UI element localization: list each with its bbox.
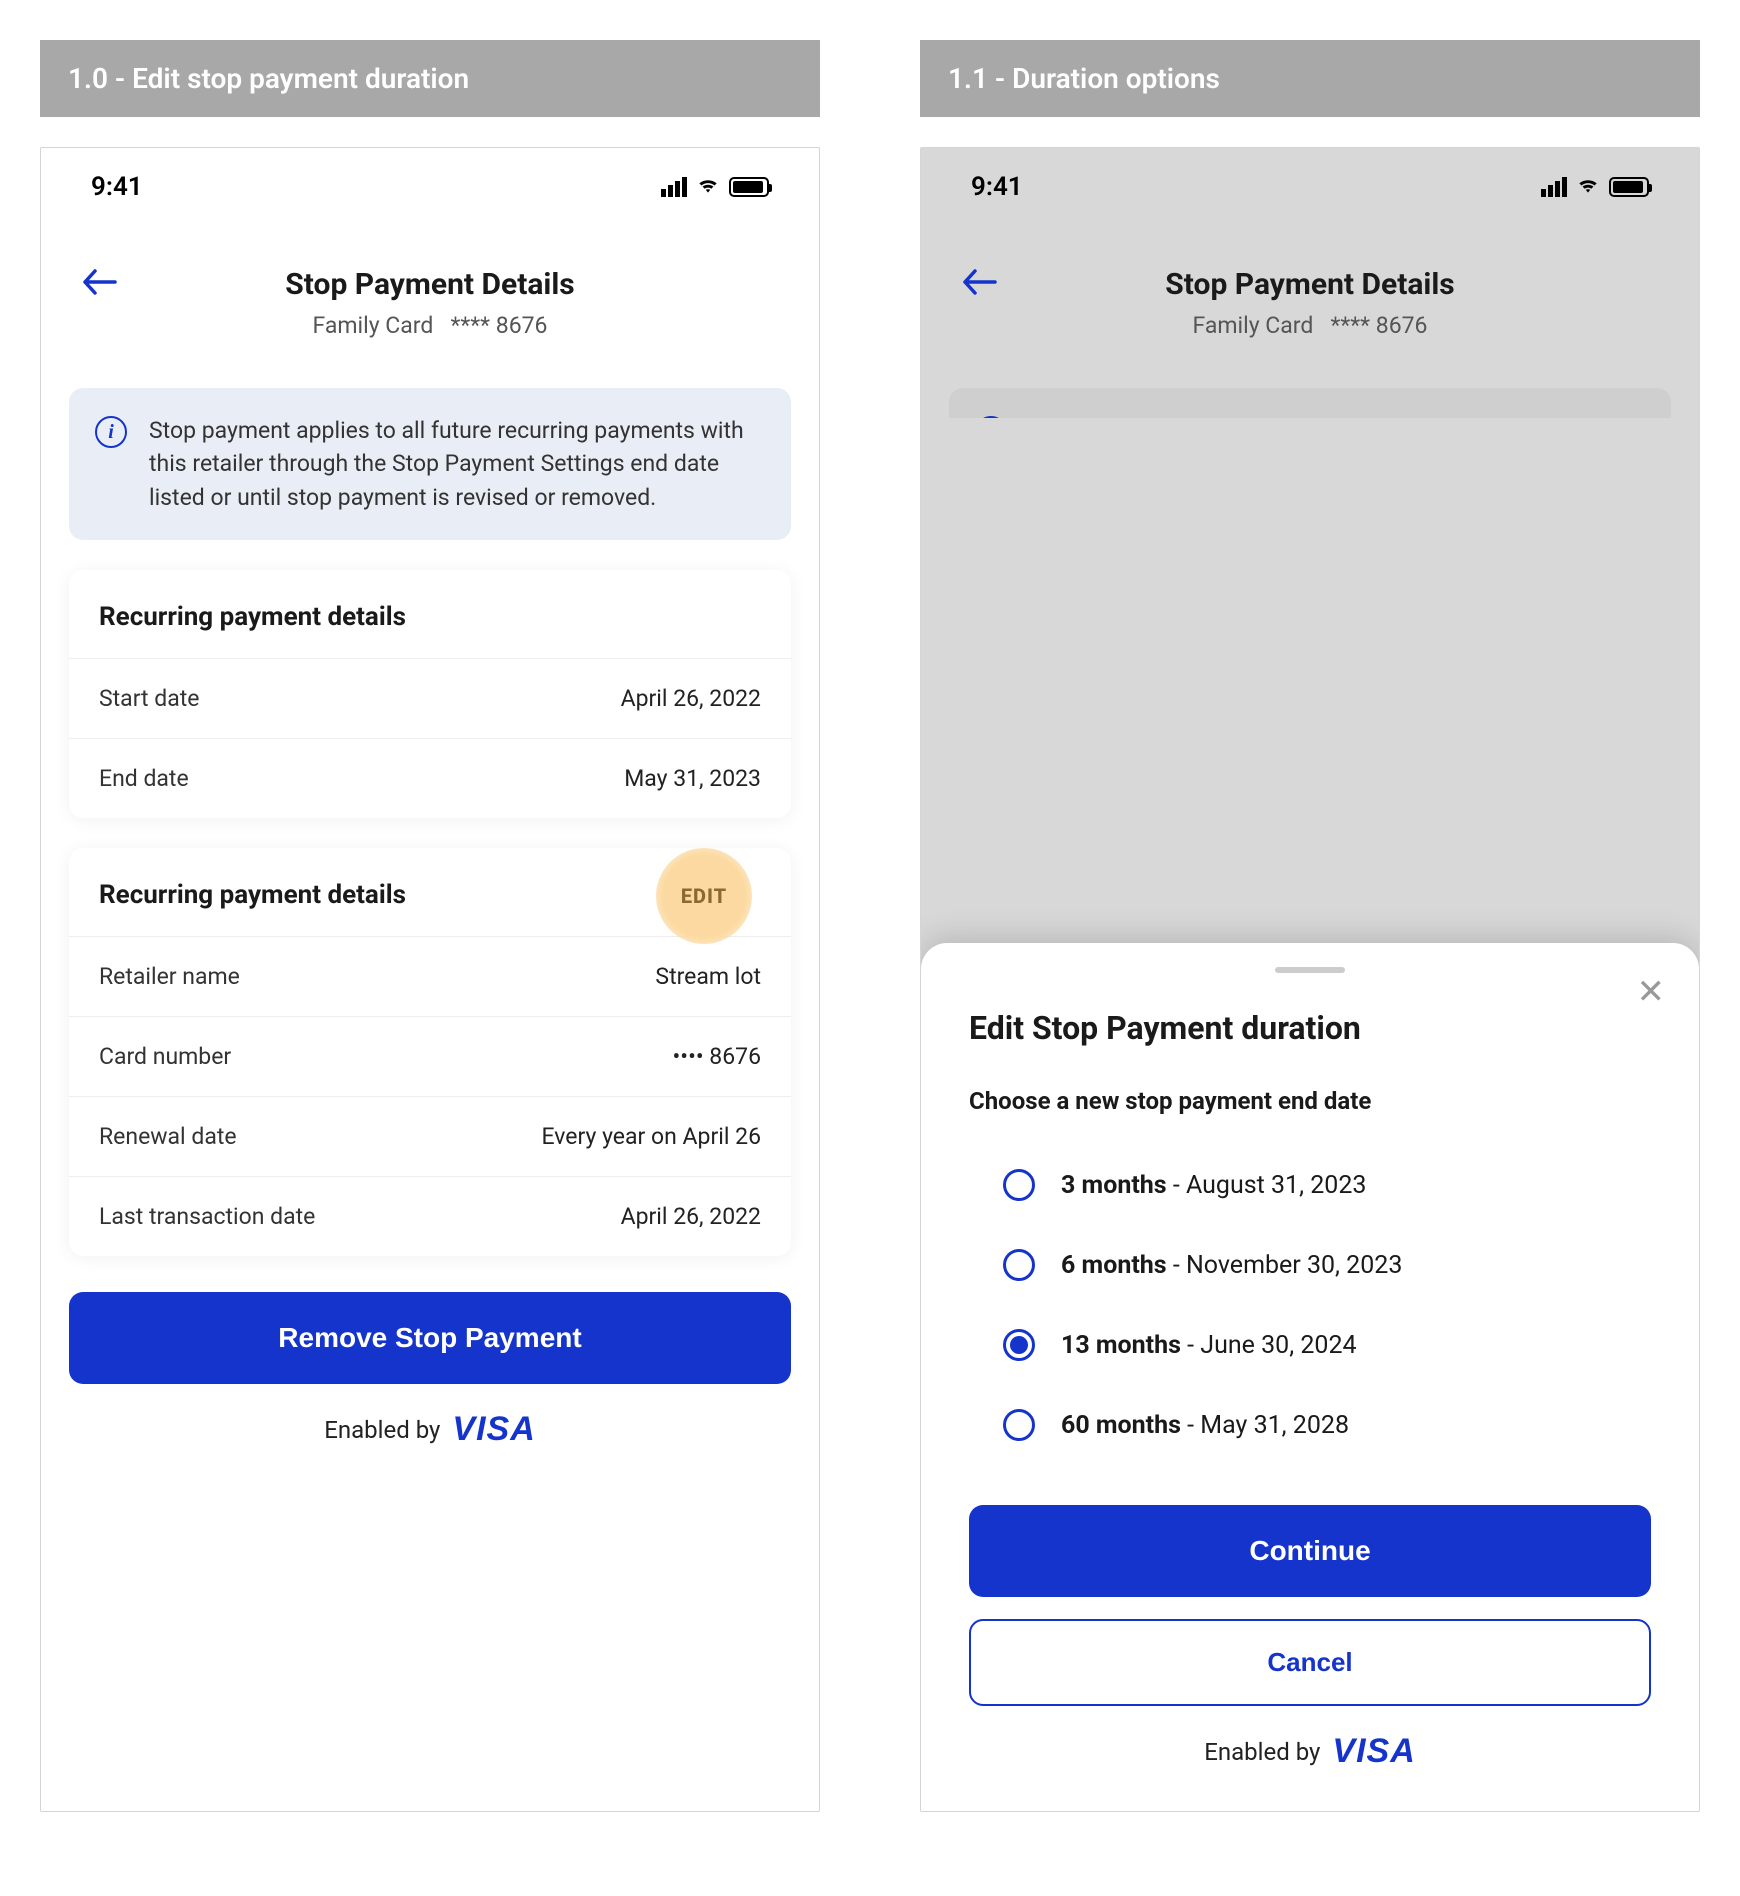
- radio-icon: [1003, 1329, 1035, 1361]
- enabled-by: Enabled by VISA: [69, 1410, 791, 1449]
- enabled-by: Enabled by VISA: [969, 1732, 1651, 1771]
- page-subtitle: Family Card **** 8676: [71, 312, 789, 339]
- screen-header-right: 1.1 - Duration options: [920, 40, 1700, 117]
- row-value: May 31, 2023: [624, 765, 761, 792]
- status-time: 9:41: [91, 172, 143, 202]
- row-label: Retailer name: [99, 963, 240, 990]
- radio-icon: [1003, 1249, 1035, 1281]
- cellular-icon: [661, 177, 687, 197]
- back-arrow-icon: [961, 267, 997, 301]
- row-value: April 26, 2022: [621, 1203, 761, 1230]
- table-row: Card number •••• 8676: [69, 1016, 791, 1096]
- radio-icon: [1003, 1169, 1035, 1201]
- sheet-handle[interactable]: [1275, 967, 1345, 973]
- card-dates: Recurring payment details Start date Apr…: [69, 570, 791, 818]
- wifi-icon: [1575, 172, 1601, 202]
- close-icon[interactable]: ✕: [1637, 975, 1666, 1009]
- info-text: Stop payment applies to all future recur…: [1029, 414, 1645, 418]
- battery-icon: [1609, 177, 1649, 197]
- table-row: Renewal date Every year on April 26: [69, 1096, 791, 1176]
- screen-header-left: 1.0 - Edit stop payment duration: [40, 40, 820, 117]
- page-title: Stop Payment Details: [951, 267, 1669, 302]
- table-row: Last transaction date April 26, 2022: [69, 1176, 791, 1256]
- table-row[interactable]: End date May 31, 2023: [69, 738, 791, 818]
- duration-option-60-months[interactable]: 60 months - May 31, 2028: [1003, 1385, 1651, 1465]
- status-bar: 9:41: [921, 148, 1699, 212]
- edit-badge[interactable]: EDIT: [656, 848, 752, 944]
- row-label: Start date: [99, 685, 199, 712]
- duration-options: 3 months - August 31, 2023 6 months - No…: [969, 1145, 1651, 1465]
- row-value: April 26, 2022: [621, 685, 761, 712]
- status-time: 9:41: [971, 172, 1023, 202]
- sheet-subtitle: Choose a new stop payment end date: [969, 1087, 1651, 1115]
- info-text: Stop payment applies to all future recur…: [149, 414, 765, 514]
- visa-logo: VISA: [1332, 1732, 1415, 1771]
- info-banner: i Stop payment applies to all future rec…: [949, 388, 1671, 418]
- enabled-by-label: Enabled by: [324, 1416, 440, 1444]
- table-row: Retailer name Stream lot: [69, 936, 791, 1016]
- visa-logo: VISA: [452, 1410, 535, 1449]
- card-dates-title: Recurring payment details: [69, 570, 791, 658]
- table-row: Start date April 26, 2022: [69, 658, 791, 738]
- row-label: End date: [99, 765, 189, 792]
- info-icon: i: [975, 416, 1007, 418]
- row-label: Card number: [99, 1043, 231, 1070]
- option-label: 3 months - August 31, 2023: [1061, 1171, 1366, 1200]
- back-arrow-icon[interactable]: [81, 267, 117, 301]
- page-subtitle: Family Card **** 8676: [951, 312, 1669, 339]
- status-bar: 9:41: [41, 148, 819, 212]
- battery-icon: [729, 177, 769, 197]
- page-title: Stop Payment Details: [71, 267, 789, 302]
- duration-option-13-months[interactable]: 13 months - June 30, 2024: [1003, 1305, 1651, 1385]
- continue-button[interactable]: Continue: [969, 1505, 1651, 1597]
- phone-frame-left: 9:41 Stop Payment Details Family Card **…: [40, 147, 820, 1812]
- radio-icon: [1003, 1409, 1035, 1441]
- duration-option-3-months[interactable]: 3 months - August 31, 2023: [1003, 1145, 1651, 1225]
- cellular-icon: [1541, 177, 1567, 197]
- row-label: Renewal date: [99, 1123, 237, 1150]
- option-label: 13 months - June 30, 2024: [1061, 1331, 1357, 1360]
- enabled-by-label: Enabled by: [1204, 1738, 1320, 1766]
- phone-frame-right: 9:41 Stop Payment Details: [920, 147, 1700, 1812]
- sheet-title: Edit Stop Payment duration: [969, 1009, 1651, 1047]
- option-label: 60 months - May 31, 2028: [1061, 1411, 1349, 1440]
- info-icon: i: [95, 416, 127, 448]
- wifi-icon: [695, 172, 721, 202]
- info-banner: i Stop payment applies to all future rec…: [69, 388, 791, 540]
- cancel-button[interactable]: Cancel: [969, 1619, 1651, 1706]
- row-value: Every year on April 26: [542, 1123, 761, 1150]
- duration-sheet: ✕ Edit Stop Payment duration Choose a ne…: [921, 943, 1699, 1811]
- remove-stop-payment-button[interactable]: Remove Stop Payment: [69, 1292, 791, 1384]
- row-value: Stream lot: [655, 963, 761, 990]
- row-label: Last transaction date: [99, 1203, 315, 1230]
- row-value: •••• 8676: [673, 1043, 761, 1070]
- duration-option-6-months[interactable]: 6 months - November 30, 2023: [1003, 1225, 1651, 1305]
- option-label: 6 months - November 30, 2023: [1061, 1251, 1402, 1280]
